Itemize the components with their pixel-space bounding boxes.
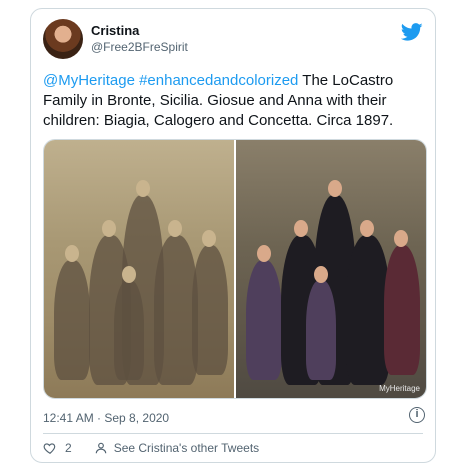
tweet-card[interactable]: Cristina @Free2BFreSpirit @MyHeritage #e… bbox=[30, 8, 436, 463]
watermark: MyHeritage bbox=[379, 384, 420, 393]
tweet-photo[interactable]: MyHeritage bbox=[43, 139, 427, 399]
tweet-text: @MyHeritage #enhancedandcolorized The Lo… bbox=[43, 71, 423, 131]
other-tweets-link[interactable]: See Cristina's other Tweets bbox=[114, 441, 259, 455]
original-photo bbox=[44, 140, 234, 398]
person-icon bbox=[95, 442, 106, 454]
avatar[interactable] bbox=[43, 19, 83, 59]
divider bbox=[43, 433, 423, 434]
tweet-actions: 2 See Cristina's other Tweets bbox=[43, 441, 259, 455]
twitter-bird-icon[interactable] bbox=[401, 21, 423, 43]
heart-icon[interactable] bbox=[43, 441, 57, 455]
timestamp[interactable]: 12:41 AM · Sep 8, 2020 bbox=[43, 411, 169, 425]
enhanced-photo: MyHeritage bbox=[234, 140, 426, 398]
info-icon[interactable]: i bbox=[409, 407, 425, 423]
like-count[interactable]: 2 bbox=[65, 441, 72, 455]
user-name[interactable]: Cristina bbox=[91, 23, 139, 38]
mention-link[interactable]: @MyHeritage bbox=[43, 72, 135, 89]
user-handle[interactable]: @Free2BFreSpirit bbox=[91, 40, 188, 54]
hashtag-link[interactable]: #enhancedandcolorized bbox=[139, 72, 298, 89]
